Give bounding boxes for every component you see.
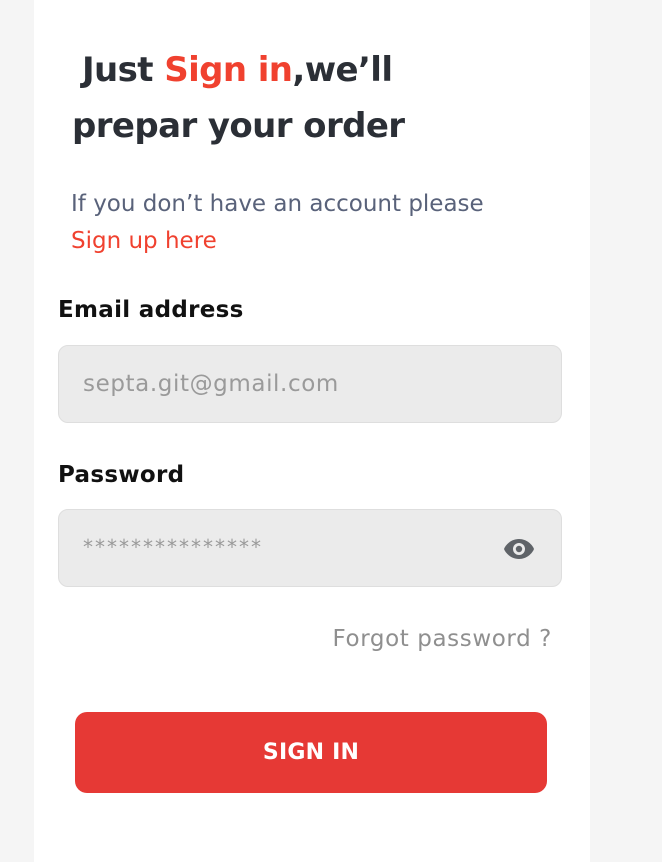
title-prefix: Just: [82, 50, 165, 90]
signup-prompt-text: If you don’t have an account please: [71, 191, 484, 217]
sign-in-card: Just Sign in,we’ll prepar your order If …: [34, 0, 590, 862]
sign-in-button[interactable]: SIGN IN: [75, 712, 547, 793]
title-suffix: ,we’ll: [292, 50, 393, 90]
email-field[interactable]: septa.git@gmail.com: [58, 345, 562, 423]
email-label: Email address: [58, 297, 244, 323]
email-value[interactable]: septa.git@gmail.com: [83, 346, 339, 422]
title-line2: prepar your order: [72, 106, 405, 146]
eye-icon[interactable]: [503, 537, 535, 561]
password-field[interactable]: ***************: [58, 509, 562, 587]
signup-link[interactable]: Sign up here: [71, 228, 217, 254]
title-accent: Sign in: [164, 50, 293, 90]
password-label: Password: [58, 462, 185, 488]
forgot-password-link[interactable]: Forgot password ?: [333, 626, 552, 652]
password-value[interactable]: ***************: [83, 510, 263, 584]
page-title: Just Sign in,we’ll prepar your order: [72, 42, 502, 154]
signup-prompt: If you don’t have an account please Sign…: [71, 186, 491, 260]
